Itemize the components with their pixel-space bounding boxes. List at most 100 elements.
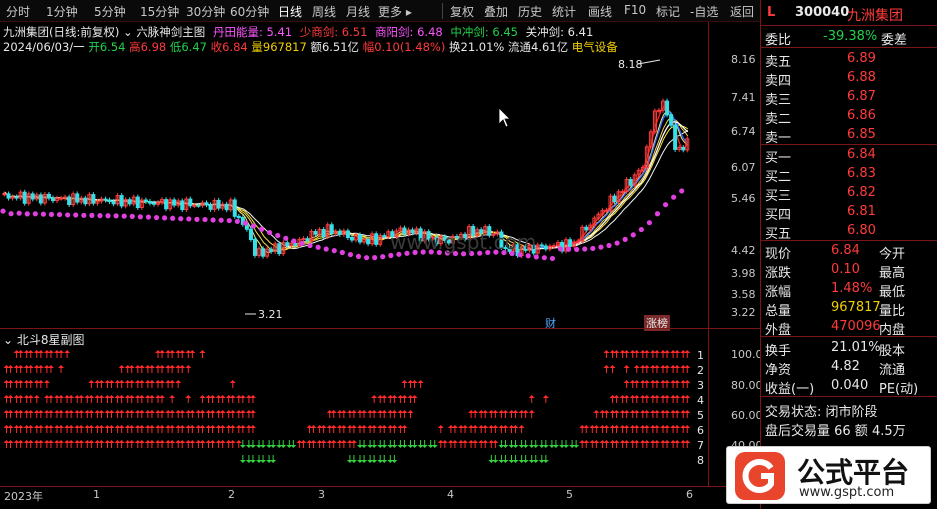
ask-row: 卖三 6.87: [761, 88, 937, 108]
tab-30min[interactable]: 30分钟: [186, 3, 225, 20]
signal-arrow-icon: [623, 425, 630, 433]
energy-dot: [614, 240, 620, 246]
signal-arrow-icon: [7, 365, 14, 373]
tab-fenshi[interactable]: 分时: [6, 3, 30, 20]
signal-arrow-icon: [381, 395, 388, 403]
signal-arrow-icon: [159, 410, 166, 418]
signal-arrow-icon: [27, 365, 34, 373]
signal-arrow-icon: [357, 455, 363, 463]
quote-float: 流通4.61亿: [508, 40, 569, 54]
signal-arrow-icon: [431, 440, 438, 448]
signal-arrow-icon: [98, 395, 105, 403]
signal-arrow-icon: [542, 440, 549, 448]
energy-dot: [380, 254, 386, 260]
signal-arrow-icon: [155, 410, 161, 418]
tab-more[interactable]: 更多 ▸: [378, 3, 412, 20]
sub-indicator-name[interactable]: 北斗8星副图: [17, 333, 85, 347]
tab-daily[interactable]: 日线: [278, 3, 302, 20]
signal-arrow-icon: [17, 365, 24, 373]
mark-button[interactable]: 标记: [656, 3, 680, 20]
pane-divider[interactable]: [0, 328, 760, 329]
signal-arrow-icon: [128, 425, 135, 433]
signal-arrow-icon: [680, 380, 687, 388]
signal-arrow-icon: [447, 425, 454, 433]
signal-arrow-icon: [134, 395, 141, 403]
signal-arrow-icon: [472, 410, 479, 418]
signal-arrow-icon: [88, 425, 95, 433]
signal-arrow-icon: [37, 380, 44, 388]
tab-1min[interactable]: 1分钟: [46, 3, 78, 20]
market-flag: L: [767, 5, 776, 20]
signal-arrow-icon: [128, 410, 135, 418]
watchlist-remove-button[interactable]: -自选: [690, 3, 718, 20]
signal-arrow-icon: [437, 440, 444, 448]
time-tick: 2023年: [4, 490, 43, 503]
signal-arrow-icon: [189, 440, 196, 448]
signal-arrow-icon: [138, 365, 145, 373]
tab-15min[interactable]: 15分钟: [140, 3, 179, 20]
signal-arrow-icon: [155, 440, 161, 448]
signal-arrow-icon: [512, 410, 519, 418]
signal-arrow-icon: [159, 365, 166, 373]
energy-dot: [186, 216, 192, 222]
quote-sector[interactable]: 电气设备: [572, 40, 618, 54]
signal-arrow-icon: [169, 380, 176, 388]
back-button[interactable]: 返回: [730, 3, 754, 20]
signal-arrow-icon: [124, 410, 131, 418]
history-button[interactable]: 历史: [518, 3, 542, 20]
signal-arrow-icon: [239, 455, 246, 463]
tab-monthly[interactable]: 月线: [346, 3, 370, 20]
f10-button[interactable]: F10: [624, 3, 646, 17]
signal-arrow-icon: [593, 410, 600, 418]
indicator-name[interactable]: 六脉神剑主图: [136, 25, 205, 39]
draw-button[interactable]: 画线: [588, 3, 612, 20]
sword-line: [524, 111, 689, 251]
signal-arrow-icon: [209, 425, 216, 433]
signal-row-label: 6: [697, 424, 704, 437]
beidou-sub-chart[interactable]: [0, 346, 708, 480]
indicator-dropdown-icon[interactable]: ⌄: [123, 25, 136, 39]
energy-dot: [549, 255, 556, 262]
tab-weekly[interactable]: 周线: [312, 3, 336, 20]
signal-arrow-icon: [653, 440, 660, 448]
energy-dot: [129, 213, 135, 219]
signal-arrow-icon: [209, 395, 216, 403]
signal-row-label: 2: [697, 364, 704, 377]
signal-row-label: 4: [697, 394, 704, 407]
tab-60min[interactable]: 60分钟: [230, 3, 269, 20]
signal-arrow-icon: [134, 425, 141, 433]
brand-url: www.gspt.com: [799, 485, 895, 500]
signal-arrow-icon: [664, 395, 671, 403]
kline-chart[interactable]: www.gspt.com 8.18 3.21: [0, 54, 708, 324]
tab-5min[interactable]: 5分钟: [94, 3, 126, 20]
overlay-button[interactable]: 叠加: [484, 3, 508, 20]
signal-arrow-icon: [674, 380, 681, 388]
restore-right-button[interactable]: 复权: [450, 3, 474, 20]
signal-arrow-icon: [387, 455, 394, 463]
signal-arrow-icon: [619, 350, 626, 358]
signal-arrow-icon: [215, 395, 222, 403]
signal-arrow-icon: [674, 410, 681, 418]
sub-dropdown-icon[interactable]: ⌄: [3, 333, 17, 347]
signal-arrow-icon: [74, 395, 81, 403]
signal-arrow-icon: [249, 455, 256, 463]
bid-row: 买四 6.81: [761, 203, 937, 223]
signal-arrow-icon: [144, 440, 151, 448]
signal-arrow-icon: [108, 440, 115, 448]
signal-arrow-icon: [326, 425, 333, 433]
signal-arrow-icon: [472, 440, 479, 448]
candle-body: [151, 202, 156, 205]
signal-arrow-icon: [199, 410, 206, 418]
signal-arrow-icon: [276, 440, 283, 448]
signal-arrow-icon: [37, 425, 44, 433]
signal-arrow-icon: [639, 350, 646, 358]
signal-arrow-icon: [367, 455, 374, 463]
signal-arrow-icon: [542, 455, 549, 463]
price-axis: 8.16 7.41 6.74 6.07 5.46 4.42 3.98 3.58 …: [708, 22, 763, 486]
ask-label: 卖三: [765, 93, 792, 108]
stats-button[interactable]: 统计: [552, 3, 576, 20]
candle-body: [172, 199, 177, 206]
candle-body: [59, 197, 64, 200]
energy-dot: [202, 216, 208, 223]
signal-arrow-icon: [528, 395, 535, 403]
